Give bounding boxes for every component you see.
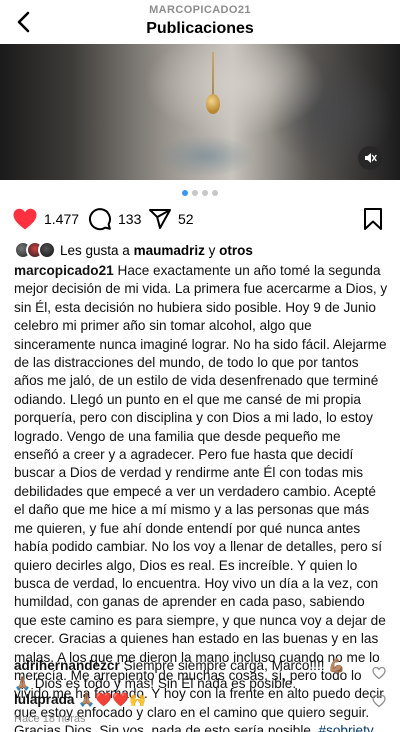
mute-icon[interactable]	[358, 146, 382, 170]
comment-button[interactable]: 133	[88, 206, 141, 232]
likes-count[interactable]: 1.477	[44, 211, 79, 227]
carousel-dot	[192, 190, 198, 196]
caption-username[interactable]: marcopicado21	[14, 263, 114, 278]
caption-hashtag[interactable]: #sobriety	[319, 723, 374, 732]
likes-text: Les gusta a maumadriz y otros	[60, 243, 253, 258]
carousel-dot	[212, 190, 218, 196]
like-button[interactable]: 1.477	[12, 206, 79, 232]
liker-username[interactable]: maumadriz	[134, 243, 205, 258]
carousel-indicator	[0, 190, 400, 196]
likes-connector: y	[204, 242, 220, 258]
comment-username[interactable]: adrihernandezcr	[14, 658, 120, 673]
share-button[interactable]: 52	[148, 206, 194, 232]
avatar	[38, 241, 56, 259]
likes-prefix: Les gusta a	[60, 242, 134, 258]
top-bar: MARCOPICADO21 Publicaciones	[0, 0, 400, 44]
carousel-dot	[202, 190, 208, 196]
heart-filled-icon[interactable]	[12, 207, 38, 231]
comment-icon[interactable]	[88, 207, 112, 231]
comment-item: lulaprada 🙏🏽❤️❤️🙌	[14, 691, 364, 709]
comments-count[interactable]: 133	[118, 211, 141, 227]
necklace-pendant	[206, 94, 220, 114]
comment-username[interactable]: lulaprada	[14, 692, 74, 707]
share-icon[interactable]	[148, 207, 172, 231]
bookmark-icon[interactable]	[360, 206, 386, 232]
likes-summary[interactable]: Les gusta a maumadriz y otros	[14, 241, 253, 259]
header-titles: MARCOPICADO21 Publicaciones	[0, 3, 400, 40]
heart-outline-icon[interactable]	[372, 666, 386, 680]
shares-count[interactable]: 52	[178, 211, 194, 227]
liker-avatars	[14, 241, 58, 259]
comment-item: adrihernandezcr Siempre siempre carga, M…	[14, 657, 364, 694]
action-bar: 1.477 133 52	[0, 206, 400, 232]
comment-text: 🙏🏽❤️❤️🙌	[78, 692, 146, 707]
post-media[interactable]	[0, 44, 400, 180]
header-username[interactable]: MARCOPICADO21	[0, 3, 400, 17]
necklace-chain	[212, 52, 214, 96]
post-timestamp: Hace 18 horas	[14, 713, 86, 725]
likes-others-link[interactable]: otros	[219, 243, 253, 258]
heart-outline-icon[interactable]	[372, 694, 386, 708]
page-title: Publicaciones	[146, 20, 254, 37]
carousel-dot	[182, 190, 188, 196]
